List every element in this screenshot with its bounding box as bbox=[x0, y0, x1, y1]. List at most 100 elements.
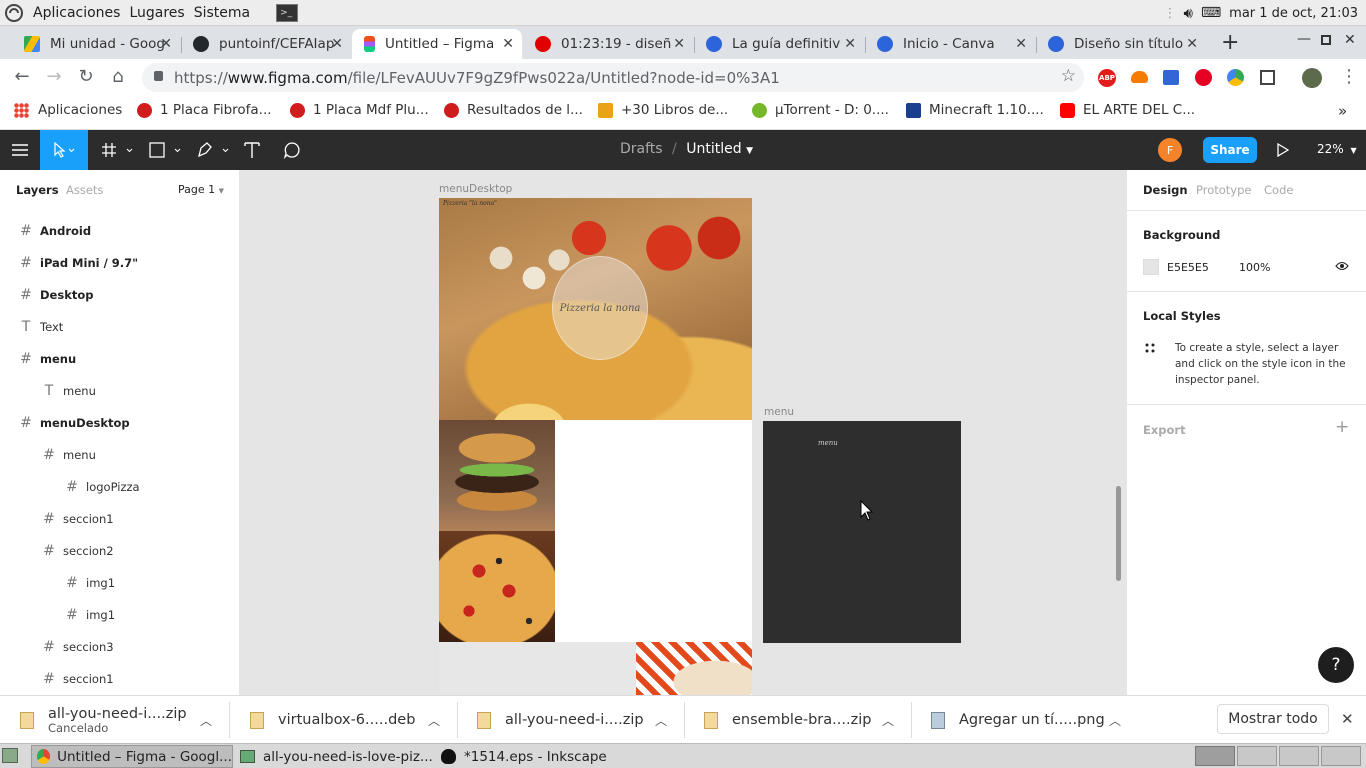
tab-assets[interactable]: Assets bbox=[66, 183, 103, 197]
present-icon[interactable] bbox=[1277, 143, 1289, 157]
terminal-launcher-icon[interactable]: >_ bbox=[276, 3, 299, 22]
zoom-dropdown[interactable]: 22% ▼ bbox=[1317, 142, 1357, 156]
close-tab-icon[interactable]: ✕ bbox=[331, 36, 343, 52]
move-tool-button[interactable] bbox=[40, 130, 88, 170]
bookmark-utorrent[interactable]: µTorrent - D: 0.... bbox=[752, 102, 889, 118]
chevron-up-icon[interactable]: ︿ bbox=[200, 712, 212, 729]
layer-row[interactable]: # logoPizza bbox=[0, 471, 239, 503]
eye-icon[interactable] bbox=[1335, 261, 1349, 271]
tab-prototype[interactable]: Prototype bbox=[1196, 183, 1251, 197]
layer-row[interactable]: # img1 bbox=[0, 599, 239, 631]
bookmark-minecraft[interactable]: Minecraft 1.10.... bbox=[906, 102, 1044, 118]
layer-row[interactable]: # Desktop bbox=[0, 279, 239, 311]
pinterest-icon[interactable] bbox=[1195, 69, 1212, 86]
layer-row[interactable]: # seccion1 bbox=[0, 663, 239, 695]
workspace-switcher-4[interactable] bbox=[1321, 746, 1361, 766]
tab-github[interactable]: puntoinf/CEFAIap ✕ bbox=[181, 29, 351, 59]
tablecloth-pizza-image[interactable] bbox=[636, 642, 752, 695]
background-swatch[interactable] bbox=[1143, 259, 1159, 275]
user-avatar[interactable]: F bbox=[1158, 138, 1182, 162]
address-bar[interactable]: https://www.figma.com/file/LFevAUUv7F9gZ… bbox=[142, 63, 1084, 92]
comment-tool-button[interactable] bbox=[278, 130, 306, 170]
layer-row[interactable]: Tmenu bbox=[0, 375, 239, 407]
chevron-up-icon[interactable]: ︿ bbox=[1109, 712, 1121, 729]
layer-row[interactable]: # menuDesktop bbox=[0, 407, 239, 439]
chrome-menu-icon[interactable]: ⋮ bbox=[1340, 66, 1358, 87]
hero-pizza-image[interactable]: Pizzeria "la nona" Pizzeria la nona bbox=[439, 198, 752, 420]
tab-layers[interactable]: Layers bbox=[16, 183, 59, 197]
help-button[interactable]: ? bbox=[1318, 647, 1354, 683]
back-icon[interactable]: ← bbox=[12, 67, 32, 87]
minimize-window-icon[interactable]: — bbox=[1297, 31, 1311, 47]
text-tool-button[interactable] bbox=[238, 130, 266, 170]
layer-row[interactable]: # seccion3 bbox=[0, 631, 239, 663]
extension-blue-icon[interactable] bbox=[1163, 70, 1179, 85]
gnome-menu-sistema[interactable]: Sistema bbox=[194, 5, 250, 21]
chevron-down-icon[interactable]: ▼ bbox=[746, 146, 753, 156]
frame-label-menudesktop[interactable]: menuDesktop bbox=[439, 183, 512, 195]
main-menu-icon[interactable] bbox=[0, 130, 40, 170]
tab-la-guia[interactable]: La guía definitiv ✕ bbox=[694, 29, 864, 59]
show-all-downloads-button[interactable]: Mostrar todo bbox=[1217, 704, 1329, 734]
workspace-switcher-chrome[interactable] bbox=[1195, 746, 1235, 766]
profile-avatar-icon[interactable] bbox=[1302, 68, 1322, 88]
clock[interactable]: mar 1 de oct, 21:03 bbox=[1229, 6, 1358, 21]
close-shelf-icon[interactable]: ✕ bbox=[1341, 710, 1354, 728]
page-selector[interactable]: Page 1 ▼ bbox=[178, 183, 224, 196]
burger-image[interactable] bbox=[439, 420, 555, 531]
background-hex-input[interactable]: E5E5E5 bbox=[1167, 261, 1209, 274]
extension-green-icon[interactable] bbox=[1227, 69, 1244, 86]
bookmark-placa-fibrofacil[interactable]: 1 Placa Fibrofa... bbox=[137, 102, 272, 118]
gnome-menu-lugares[interactable]: Lugares bbox=[129, 5, 184, 21]
taskbar-item-inkscape[interactable]: *1514.eps - Inkscape bbox=[437, 745, 617, 768]
layer-row[interactable]: # seccion1 bbox=[0, 503, 239, 535]
forward-icon[interactable]: → bbox=[44, 67, 64, 87]
close-tab-icon[interactable]: ✕ bbox=[160, 36, 172, 52]
bookmark-apps[interactable]: Aplicaciones bbox=[14, 102, 122, 118]
show-desktop-icon[interactable] bbox=[2, 748, 18, 763]
frame-menudesktop[interactable]: Pizzeria "la nona" Pizzeria la nona bbox=[439, 198, 752, 695]
tab-recording[interactable]: 01:23:19 - diseñ ✕ bbox=[523, 29, 693, 59]
keyboard-icon[interactable]: ⌨ bbox=[1201, 5, 1221, 21]
bookmark-resultados[interactable]: Resultados de l... bbox=[444, 102, 583, 118]
layer-row[interactable]: # menu bbox=[0, 439, 239, 471]
download-item-5[interactable]: Agregar un tí.....png ︿ bbox=[911, 696, 1138, 744]
bookmark-placa-mdf[interactable]: 1 Placa Mdf Plu... bbox=[290, 102, 429, 118]
tab-design[interactable]: Design bbox=[1143, 183, 1188, 197]
close-tab-icon[interactable]: ✕ bbox=[673, 36, 685, 52]
adblock-icon[interactable]: ABP bbox=[1098, 69, 1116, 87]
workspace-switcher-2[interactable] bbox=[1237, 746, 1277, 766]
close-tab-icon[interactable]: ✕ bbox=[1015, 36, 1027, 52]
pizza-slice-image[interactable] bbox=[439, 531, 555, 642]
background-opacity-input[interactable]: 100% bbox=[1239, 261, 1270, 274]
menu-text[interactable]: menu bbox=[818, 439, 838, 447]
volume-icon[interactable]: 🔊︎ bbox=[1184, 4, 1193, 22]
download-item-1[interactable]: all-you-need-i....zip Cancelado ︿ bbox=[0, 696, 228, 744]
home-icon[interactable]: ⌂ bbox=[108, 67, 128, 87]
tab-canva-inicio[interactable]: Inicio - Canva ✕ bbox=[865, 29, 1035, 59]
share-button[interactable]: Share bbox=[1203, 137, 1257, 163]
new-tab-icon[interactable]: + bbox=[1221, 30, 1239, 55]
chevron-up-icon[interactable]: ︿ bbox=[428, 712, 440, 729]
layer-row[interactable]: # menu bbox=[0, 343, 239, 375]
logo-pizza[interactable]: Pizzeria la nona bbox=[552, 256, 648, 360]
bookmarks-overflow-icon[interactable]: » bbox=[1338, 102, 1347, 120]
file-name[interactable]: Untitled bbox=[686, 141, 741, 157]
tab-diseno[interactable]: Diseño sin título ✕ bbox=[1036, 29, 1206, 59]
gnome-menu-aplicaciones[interactable]: Aplicaciones bbox=[33, 5, 120, 21]
pen-tool-button[interactable] bbox=[192, 130, 234, 170]
layer-row[interactable]: # seccion2 bbox=[0, 535, 239, 567]
breadcrumb-drafts[interactable]: Drafts bbox=[620, 141, 663, 157]
bookmark-libros[interactable]: +30 Libros de... bbox=[598, 102, 728, 118]
chevron-up-icon[interactable]: ︿ bbox=[882, 712, 894, 729]
canvas-scrollbar[interactable] bbox=[1116, 486, 1121, 581]
extension-orange-icon[interactable] bbox=[1131, 71, 1148, 83]
download-item-4[interactable]: ensemble-bra....zip ︿ bbox=[684, 696, 911, 744]
gnome-logo-icon[interactable] bbox=[4, 3, 24, 23]
bookmark-el-arte[interactable]: EL ARTE DEL C... bbox=[1060, 102, 1195, 118]
layer-row[interactable]: # img1 bbox=[0, 567, 239, 599]
close-tab-icon[interactable]: ✕ bbox=[1186, 36, 1198, 52]
download-item-2[interactable]: virtualbox-6.....deb ︿ bbox=[230, 696, 457, 744]
close-tab-icon[interactable]: ✕ bbox=[844, 36, 856, 52]
tray-dots-icon[interactable]: ⋮ bbox=[1164, 6, 1177, 21]
